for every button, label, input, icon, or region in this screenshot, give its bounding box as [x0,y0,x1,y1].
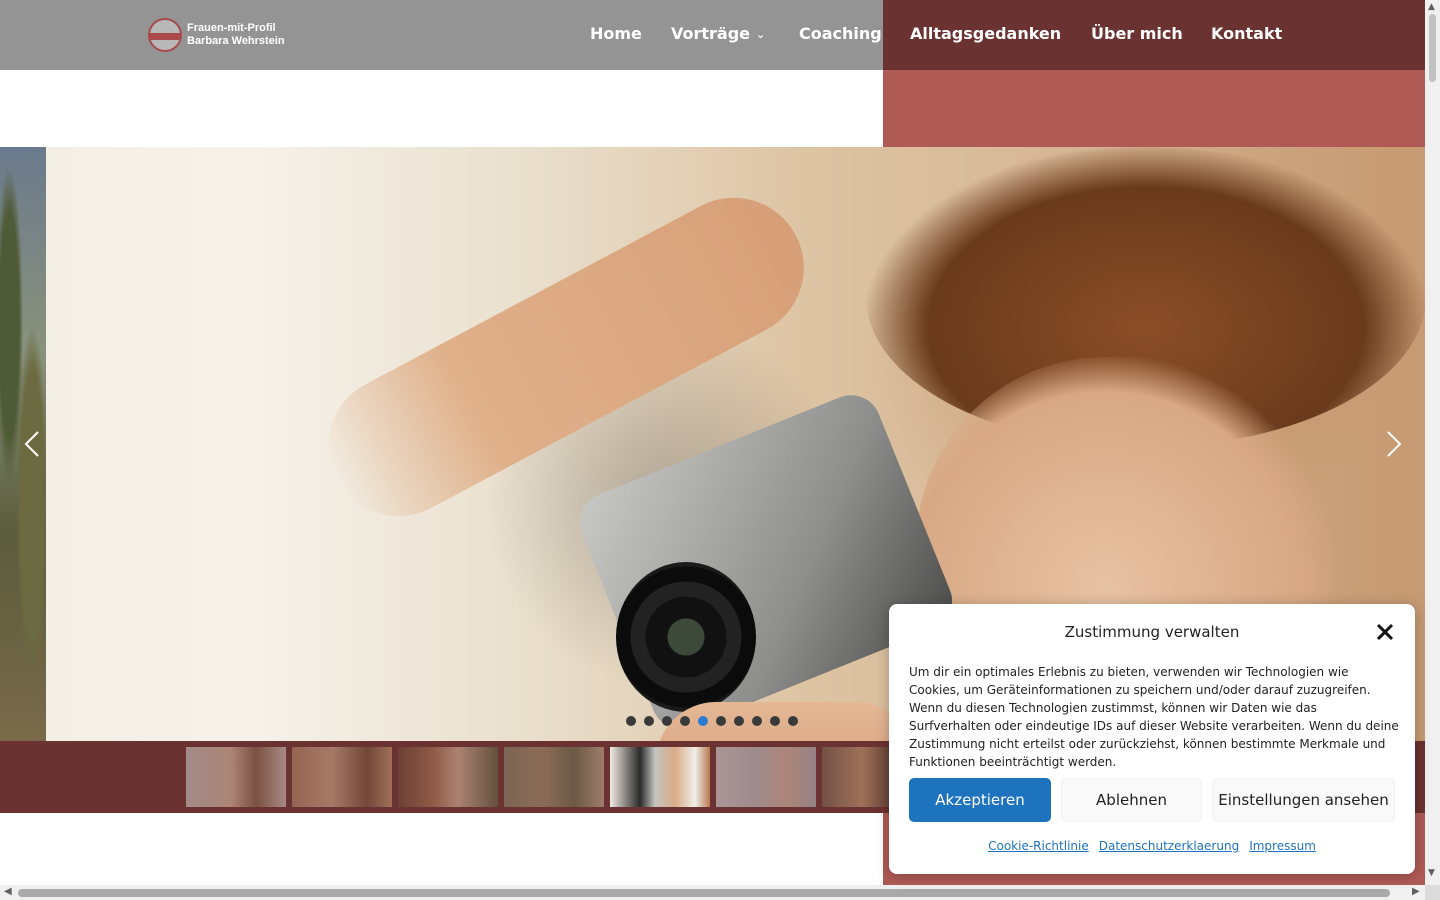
nav-item-kontakt[interactable]: Kontakt [1211,24,1282,44]
slider-thumbnail[interactable] [292,747,392,807]
vertical-scrollbar[interactable] [1425,0,1440,900]
view-settings-button[interactable]: Einstellungen ansehen [1212,778,1395,822]
consent-message: Um dir ein optimales Erlebnis zu bieten,… [909,665,1399,769]
scroll-up-arrow-icon[interactable]: ▲ [1428,2,1435,12]
nav-item-alltagsgedanken[interactable]: Alltagsgedanken [910,24,1061,44]
slider-dot[interactable] [716,716,726,726]
slider-dot[interactable] [662,716,672,726]
scroll-left-arrow-icon[interactable]: ◀ [4,886,12,897]
chevron-left-icon [24,431,39,457]
slider-dot[interactable] [644,716,654,726]
slider-dot[interactable] [680,716,690,726]
imprint-link[interactable]: Impressum [1249,839,1316,853]
scrollbar-corner [1425,885,1440,900]
vertical-scrollbar-thumb[interactable] [1429,14,1436,82]
slider-thumbnails [186,747,922,807]
photo-camera-lens [616,562,756,712]
slider-thumbnail[interactable] [504,747,604,807]
deny-button[interactable]: Ablehnen [1061,778,1202,822]
scroll-right-arrow-icon[interactable]: ▶ [1412,886,1420,897]
slider-dot[interactable] [788,716,798,726]
privacy-policy-link[interactable]: Datenschutzerklaerung [1099,839,1239,853]
slider-dot[interactable] [734,716,744,726]
consent-title: Zustimmung verwalten [1064,623,1240,641]
nav-item-coaching[interactable]: Coaching [799,24,882,44]
consent-links: Cookie-Richtlinie Datenschutzerklaerung … [889,839,1415,853]
close-icon [1376,623,1394,641]
chevron-right-icon [1387,431,1402,457]
accept-button[interactable]: Akzeptieren [909,778,1051,822]
slider-thumbnail[interactable] [610,747,710,807]
horizontal-scrollbar-thumb[interactable] [18,889,1390,897]
nav-item-ueber-mich[interactable]: Über mich [1091,24,1183,44]
slider-thumbnail[interactable] [398,747,498,807]
nav-item-home[interactable]: Home [590,24,642,44]
slider-dot[interactable] [752,716,762,726]
slider-thumbnail[interactable] [716,747,816,807]
chevron-down-icon: ⌄ [756,28,766,41]
page: Frauen-mit-Profil Barbara Wehrstein Home… [0,0,1440,900]
slider-pagination [626,716,798,726]
slider-thumbnail[interactable] [186,747,286,807]
slider-dot[interactable] [698,716,708,726]
nav-item-vortraege[interactable]: Vorträge ⌄ [671,24,765,45]
slider-dot[interactable] [626,716,636,726]
cookie-policy-link[interactable]: Cookie-Richtlinie [988,839,1089,853]
slider-prev-button[interactable] [20,430,44,458]
slider-next-button[interactable] [1382,430,1406,458]
scroll-down-arrow-icon[interactable]: ▼ [1428,868,1435,878]
cookie-consent-dialog: Zustimmung verwalten Um dir ein optimale… [889,604,1415,874]
consent-close-button[interactable] [1373,620,1397,644]
slider-dot[interactable] [770,716,780,726]
nav-item-vortraege-label: Vorträge [671,24,751,43]
main-navigation: Home Vorträge ⌄ Coaching Alltagsgedanken … [0,0,1425,70]
